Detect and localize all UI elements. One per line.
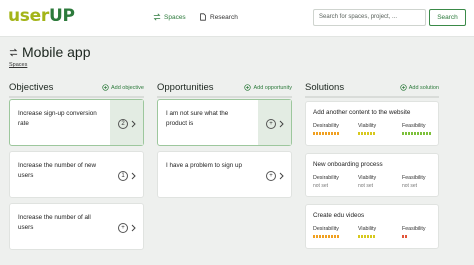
column-title: Objectives xyxy=(9,82,54,93)
column-title: Solutions xyxy=(305,82,345,93)
solution-title: New onboarding process xyxy=(313,161,383,168)
opportunities-column: Opportunities Add opportunity xyxy=(157,78,292,98)
feasibility-rating-bars xyxy=(402,132,431,135)
card-text: Increase the number of all users xyxy=(18,214,91,231)
swap-icon xyxy=(153,13,161,21)
page-header: Mobile app xyxy=(9,44,91,60)
add-solution-label: Add solution xyxy=(408,84,439,91)
plus-circle-icon xyxy=(400,84,407,91)
page-title: Mobile app xyxy=(22,44,91,60)
document-icon xyxy=(200,13,206,21)
chevron-right-icon[interactable] xyxy=(279,172,285,180)
add-objective-label: Add objective xyxy=(110,84,144,91)
column-header: Objectives Add objective xyxy=(9,78,144,98)
add-objective-button[interactable]: Add objective xyxy=(102,84,144,91)
add-badge[interactable]: + xyxy=(266,119,276,129)
card-text: I am not sure what the product is xyxy=(166,110,229,127)
column-title: Opportunities xyxy=(157,82,214,93)
viability-label: Viability xyxy=(358,123,377,129)
desirability-value: not set xyxy=(313,183,329,189)
viability-label: Viability xyxy=(358,226,377,232)
nav-research[interactable]: Research xyxy=(199,13,238,21)
solution-card[interactable]: Add another content to the website Desir… xyxy=(305,101,439,146)
column-header: Opportunities Add opportunity xyxy=(157,78,292,98)
desirability-rating-bars xyxy=(313,132,339,135)
card-side-panel: + xyxy=(258,100,291,145)
card-side-panel: 1 xyxy=(110,152,143,197)
nav-research-label: Research xyxy=(210,13,238,21)
card-side-panel: + xyxy=(258,152,291,197)
chevron-right-icon[interactable] xyxy=(279,120,285,128)
nav-spaces[interactable]: Spaces xyxy=(153,13,186,21)
add-solution-button[interactable]: Add solution xyxy=(400,84,439,91)
solution-card[interactable]: New onboarding process Desirability Viab… xyxy=(305,153,439,197)
viability-value: not set xyxy=(358,183,374,189)
objective-card[interactable]: Increase the number of new users 1 xyxy=(9,151,144,198)
card-side-panel: 2 xyxy=(110,100,143,145)
viability-rating-bars xyxy=(358,235,375,238)
feasibility-label: Feasibility xyxy=(402,175,426,181)
count-badge[interactable]: 1 xyxy=(118,171,128,181)
swap-icon xyxy=(9,48,18,56)
logo-text-user: user xyxy=(8,6,49,26)
objectives-column: Objectives Add objective xyxy=(9,78,144,98)
feasibility-label: Feasibility xyxy=(402,226,426,232)
chevron-right-icon[interactable] xyxy=(131,172,137,180)
card-text: I have a problem to sign up xyxy=(166,162,242,169)
add-opportunity-button[interactable]: Add opportunity xyxy=(244,84,292,91)
opportunity-card[interactable]: I have a problem to sign up + xyxy=(157,151,292,198)
add-opportunity-label: Add opportunity xyxy=(253,84,292,91)
viability-label: Viability xyxy=(358,175,377,181)
breadcrumb[interactable]: Spaces xyxy=(9,62,27,68)
opportunity-card[interactable]: I am not sure what the product is + xyxy=(157,99,292,146)
search-button[interactable]: Search xyxy=(429,9,466,26)
solutions-column: Solutions Add solution xyxy=(305,78,439,98)
card-text: Increase the number of new users xyxy=(18,162,97,179)
objective-card[interactable]: Increase the number of all users + xyxy=(9,203,144,250)
logo-text-up: UP xyxy=(48,6,75,26)
desirability-rating-bars xyxy=(313,235,339,238)
nav-spaces-label: Spaces xyxy=(164,13,186,21)
desirability-label: Desirability xyxy=(313,226,339,232)
column-header: Solutions Add solution xyxy=(305,78,439,98)
viability-rating-bars xyxy=(358,132,375,135)
plus-circle-icon xyxy=(244,84,252,91)
card-text: Increase sign-up conversion rate xyxy=(18,110,97,127)
top-bar: userUP Spaces Research Search for spaces… xyxy=(0,0,474,37)
add-badge[interactable]: + xyxy=(118,223,128,233)
desirability-label: Desirability xyxy=(313,123,339,129)
feasibility-value: not set xyxy=(402,183,418,189)
search-input[interactable]: Search for spaces, project, ... xyxy=(313,9,426,26)
logo[interactable]: userUP xyxy=(8,6,75,26)
plus-circle-icon xyxy=(102,84,109,91)
objective-card[interactable]: Increase sign-up conversion rate 2 xyxy=(9,99,144,146)
feasibility-label: Feasibility xyxy=(402,123,426,129)
add-badge[interactable]: + xyxy=(266,171,276,181)
solution-title: Add another content to the website xyxy=(313,109,411,116)
card-side-panel: + xyxy=(110,204,143,249)
solution-card[interactable]: Create edu videos Desirability Viability… xyxy=(305,204,439,249)
chevron-right-icon[interactable] xyxy=(131,120,137,128)
desirability-label: Desirability xyxy=(313,175,339,181)
chevron-right-icon[interactable] xyxy=(131,224,137,232)
count-badge[interactable]: 2 xyxy=(118,119,128,129)
solution-title: Create edu videos xyxy=(313,212,365,219)
feasibility-rating-bars xyxy=(402,235,407,238)
